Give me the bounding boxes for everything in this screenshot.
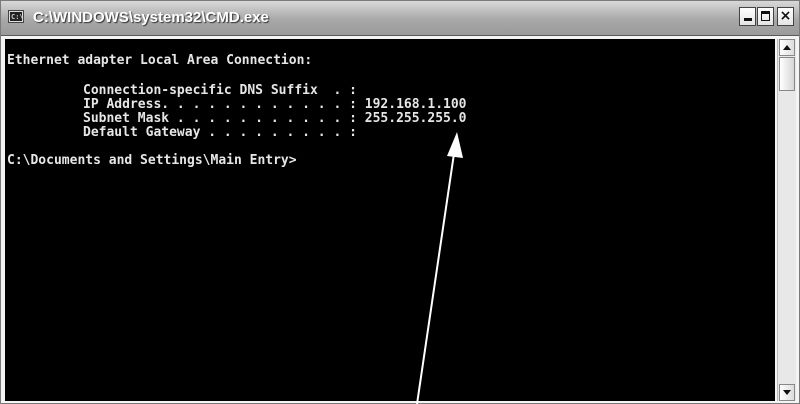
window-title: C:\WINDOWS\system32\CMD.exe xyxy=(33,9,269,26)
subnet-mask-line: Subnet Mask . . . . . . . . . . . : 255.… xyxy=(83,111,467,126)
dns-suffix-line: Connection-specific DNS Suffix . : xyxy=(83,83,357,98)
ip-address-line: IP Address. . . . . . . . . . . . : 192.… xyxy=(83,97,467,112)
adapter-header-line: Ethernet adapter Local Area Connection: xyxy=(7,53,313,68)
cmd-window: C:\ C:\WINDOWS\system32\CMD.exe × Ethern… xyxy=(0,0,800,404)
title-bar[interactable]: C:\ C:\WINDOWS\system32\CMD.exe × xyxy=(1,1,799,36)
scroll-down-arrow-icon[interactable] xyxy=(779,384,795,401)
scroll-thumb[interactable] xyxy=(779,57,795,91)
minimize-button[interactable] xyxy=(739,7,756,26)
console-output[interactable]: Ethernet adapter Local Area Connection: … xyxy=(5,39,775,401)
maximize-button[interactable] xyxy=(757,7,774,26)
console-app-icon[interactable]: C:\ xyxy=(9,11,24,22)
scroll-up-arrow-icon[interactable] xyxy=(779,39,795,56)
default-gateway-line: Default Gateway . . . . . . . . . : xyxy=(83,125,357,140)
command-prompt-line[interactable]: C:\Documents and Settings\Main Entry> xyxy=(7,153,297,168)
vertical-scrollbar[interactable] xyxy=(777,39,796,401)
close-button[interactable]: × xyxy=(777,7,794,26)
